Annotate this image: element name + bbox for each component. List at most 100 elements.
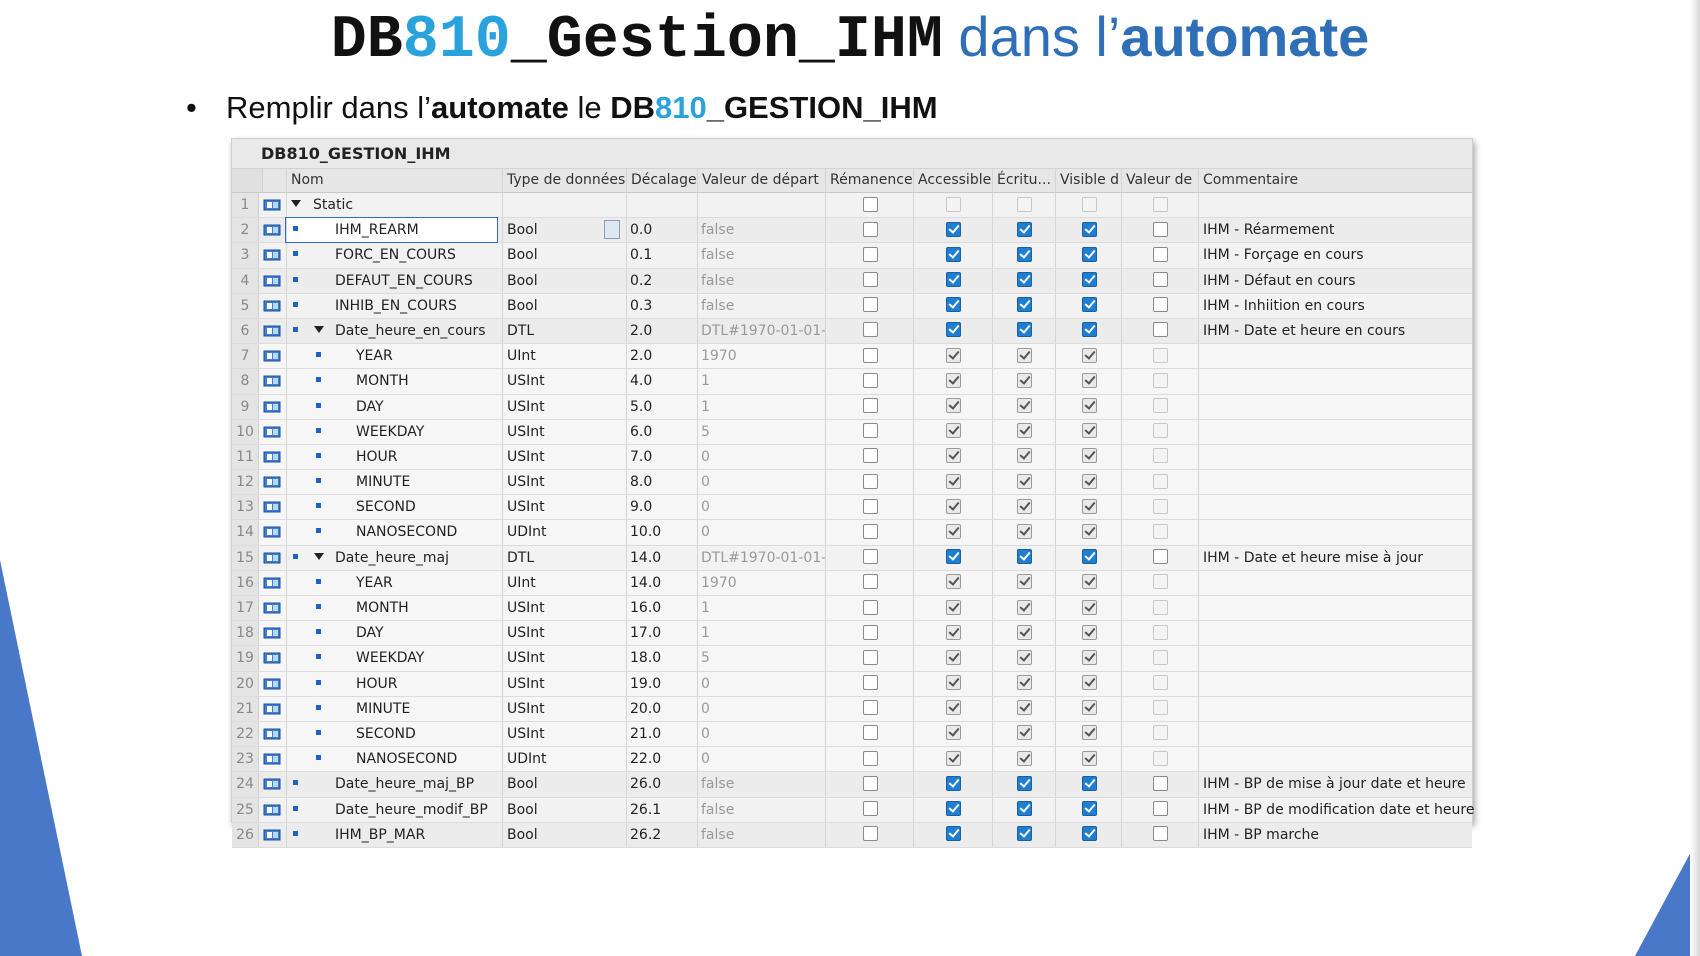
table-row[interactable]: 21 MINUTE USInt 20.0 0	[232, 696, 1472, 722]
table-row[interactable]: 4 DEFAUT_EN_COURS Bool 0.2 false IHM - Défaut…	[232, 268, 1472, 294]
datatype-cell[interactable]: Bool	[502, 243, 630, 268]
visible-checkbox[interactable]	[1081, 246, 1097, 262]
comment-cell[interactable]	[1198, 495, 1476, 520]
datatype-cell[interactable]: USInt	[502, 470, 630, 495]
accessible-checkbox[interactable]	[946, 448, 961, 464]
datatype-cell[interactable]: UDInt	[502, 747, 630, 772]
name-cell[interactable]: HOUR	[286, 671, 534, 696]
datatype-cell[interactable]: Bool	[502, 772, 630, 797]
writable-checkbox[interactable]	[1017, 750, 1032, 766]
retain-checkbox[interactable]	[862, 801, 878, 816]
datatype-cell[interactable]: USInt	[502, 646, 630, 671]
retain-checkbox[interactable]	[862, 574, 878, 590]
setpoint-checkbox[interactable]	[1153, 775, 1168, 791]
writable-checkbox[interactable]	[1017, 649, 1032, 665]
table-row[interactable]: 1 Static	[232, 193, 1472, 219]
visible-checkbox[interactable]	[1081, 272, 1097, 288]
retain-checkbox[interactable]	[862, 448, 878, 464]
visible-checkbox[interactable]	[1081, 297, 1097, 313]
name-cell[interactable]: MINUTE	[286, 696, 534, 721]
datatype-cell[interactable]: USInt	[502, 495, 630, 520]
retain-checkbox[interactable]	[862, 826, 878, 842]
table-row[interactable]: 5 INHIB_EN_COURS Bool 0.3 false IHM - Inhiiti…	[232, 293, 1472, 319]
visible-checkbox[interactable]	[1081, 347, 1097, 363]
comment-cell[interactable]	[1198, 721, 1476, 747]
setpoint-checkbox[interactable]	[1153, 599, 1168, 615]
table-row[interactable]: 3 FORC_EN_COURS Bool 0.1 false IHM - Forçage …	[232, 243, 1472, 269]
accessible-checkbox[interactable]	[946, 725, 961, 741]
start-value-cell[interactable]: false	[697, 772, 829, 797]
retain-checkbox[interactable]	[862, 523, 878, 539]
datatype-cell[interactable]: DTL	[502, 545, 630, 570]
visible-checkbox[interactable]	[1081, 196, 1097, 212]
comment-cell[interactable]: IHM - BP de mise à jour date et heure	[1198, 772, 1476, 797]
start-value-cell[interactable]: false	[697, 218, 829, 243]
header-setpoint[interactable]: Valeur de	[1121, 169, 1203, 192]
name-cell[interactable]: Static	[286, 193, 534, 218]
comment-cell[interactable]	[1198, 747, 1476, 772]
start-value-cell[interactable]: false	[697, 243, 829, 268]
retain-checkbox[interactable]	[862, 649, 878, 665]
setpoint-checkbox[interactable]	[1153, 523, 1168, 539]
start-value-cell[interactable]: false	[697, 293, 829, 318]
accessible-checkbox[interactable]	[946, 272, 961, 288]
expand-arrow-icon[interactable]	[314, 325, 324, 333]
accessible-checkbox[interactable]	[946, 549, 961, 565]
accessible-checkbox[interactable]	[946, 801, 961, 816]
writable-checkbox[interactable]	[1017, 826, 1032, 842]
visible-checkbox[interactable]	[1081, 750, 1097, 766]
name-cell[interactable]: IHM_REARM	[285, 217, 498, 244]
comment-cell[interactable]	[1198, 696, 1476, 721]
datatype-cell[interactable]: Bool	[502, 822, 630, 847]
start-value-cell[interactable]: 0	[697, 696, 829, 721]
writable-checkbox[interactable]	[1017, 221, 1032, 237]
visible-checkbox[interactable]	[1081, 599, 1097, 615]
visible-checkbox[interactable]	[1081, 423, 1097, 439]
table-row[interactable]: 25 Date_heure_modif_BP Bool 26.1 false IHM - …	[232, 797, 1474, 823]
datatype-cell[interactable]: UInt	[502, 570, 630, 595]
header-name[interactable]: Nom	[286, 169, 501, 192]
setpoint-checkbox[interactable]	[1153, 750, 1168, 766]
name-cell[interactable]: Date_heure_en_cours	[286, 318, 534, 344]
writable-checkbox[interactable]	[1017, 675, 1032, 691]
accessible-checkbox[interactable]	[946, 246, 961, 262]
comment-cell[interactable]	[1198, 394, 1476, 419]
table-row[interactable]: 26 IHM_BP_MAR Bool 26.2 false IHM - BP marche	[232, 822, 1472, 848]
header-offset[interactable]: Décalage	[626, 169, 701, 192]
retain-checkbox[interactable]	[862, 599, 878, 615]
table-row[interactable]: 19 WEEKDAY USInt 18.0 5	[232, 646, 1472, 672]
comment-cell[interactable]	[1198, 470, 1476, 495]
setpoint-checkbox[interactable]	[1153, 574, 1168, 590]
comment-cell[interactable]	[1198, 193, 1476, 218]
start-value-cell[interactable]: 0	[697, 495, 829, 520]
setpoint-checkbox[interactable]	[1153, 272, 1168, 288]
comment-cell[interactable]: IHM - Date et heure en cours	[1198, 318, 1476, 344]
start-value-cell[interactable]	[697, 193, 829, 218]
accessible-checkbox[interactable]	[946, 423, 961, 439]
start-value-cell[interactable]: 0	[697, 470, 829, 495]
setpoint-checkbox[interactable]	[1153, 498, 1168, 514]
setpoint-checkbox[interactable]	[1153, 473, 1168, 489]
writable-checkbox[interactable]	[1017, 196, 1032, 212]
retain-checkbox[interactable]	[862, 750, 878, 766]
retain-checkbox[interactable]	[862, 725, 878, 741]
type-picker-icon[interactable]	[604, 220, 620, 240]
header-accessible[interactable]: Accessible	[913, 169, 997, 192]
table-row[interactable]: 20 HOUR USInt 19.0 0	[232, 671, 1472, 697]
comment-cell[interactable]: IHM - Inhiition en cours	[1198, 293, 1476, 318]
start-value-cell[interactable]: DTL#1970-01-01-	[697, 545, 829, 570]
visible-checkbox[interactable]	[1081, 221, 1097, 237]
writable-checkbox[interactable]	[1017, 549, 1032, 565]
retain-checkbox[interactable]	[862, 322, 878, 338]
datatype-cell[interactable]: USInt	[502, 596, 630, 621]
writable-checkbox[interactable]	[1017, 272, 1032, 288]
setpoint-checkbox[interactable]	[1153, 826, 1168, 842]
writable-checkbox[interactable]	[1017, 801, 1032, 816]
header-retain[interactable]: Rémanence	[825, 169, 918, 192]
name-cell[interactable]: INHIB_EN_COURS	[286, 293, 534, 318]
accessible-checkbox[interactable]	[946, 221, 961, 237]
visible-checkbox[interactable]	[1081, 448, 1097, 464]
accessible-checkbox[interactable]	[946, 675, 961, 691]
name-cell[interactable]: WEEKDAY	[286, 646, 534, 671]
setpoint-checkbox[interactable]	[1153, 297, 1168, 313]
